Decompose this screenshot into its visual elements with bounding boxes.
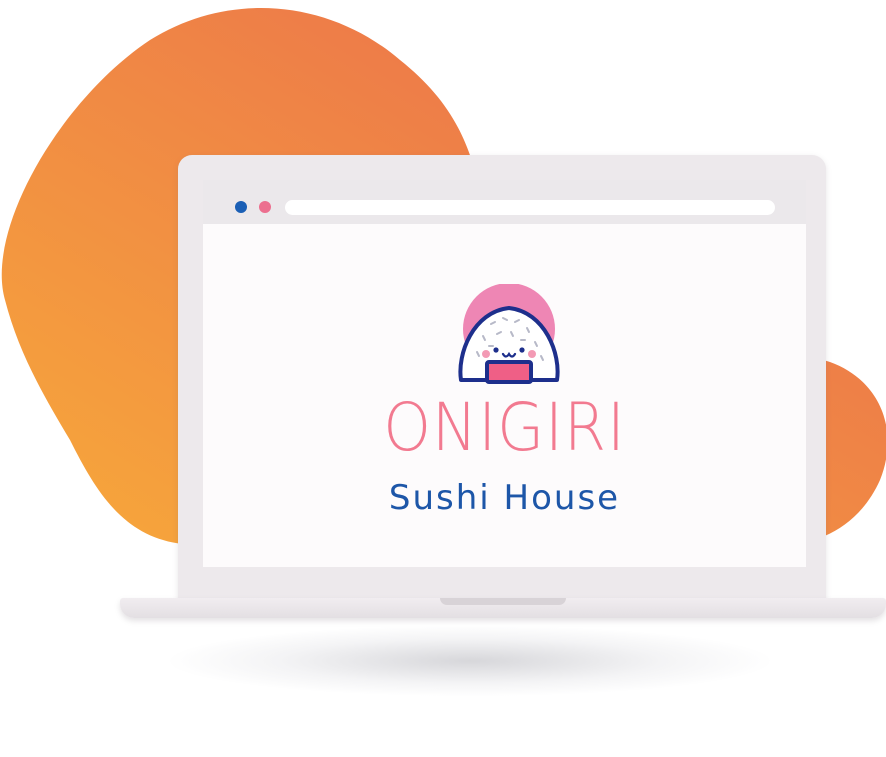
mascot-eye-right (519, 347, 525, 353)
laptop-base-notch (440, 598, 566, 605)
brand-subtitle: Sushi House (388, 478, 621, 518)
laptop-shadow (170, 626, 770, 696)
address-bar[interactable] (285, 200, 775, 215)
mascot-cheek-left (482, 350, 490, 358)
mascot-cheek-right (528, 350, 536, 358)
browser-toolbar (203, 180, 806, 224)
brand-title: ONIGIRI (383, 389, 626, 466)
window-dot-pink[interactable] (259, 201, 271, 213)
window-dot-blue[interactable] (235, 201, 247, 213)
mascot-nori (485, 360, 533, 384)
browser-viewport: ONIGIRI Sushi House (203, 224, 806, 567)
mascot-eye-left (493, 347, 499, 353)
laptop-screen: ONIGIRI Sushi House (203, 180, 806, 567)
laptop-base (120, 598, 886, 618)
onigiri-mascot-icon (458, 284, 560, 384)
hero-illustration: ONIGIRI Sushi House (0, 0, 886, 757)
